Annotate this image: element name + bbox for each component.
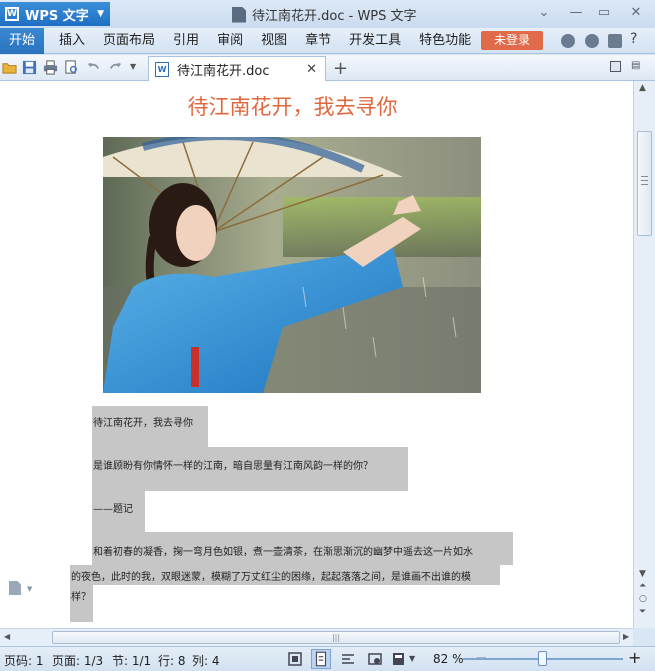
paragraph-3: ——题记 (92, 491, 145, 532)
redo-icon[interactable] (108, 60, 123, 75)
menu-developer[interactable]: 开发工具 (340, 28, 410, 54)
document-tab[interactable]: W 待江南花开.doc ✕ (148, 56, 326, 81)
paragraph-4-line-1: 和着初春的凝香，掬一弯月色如银，煮一壶清茶，在渐思渐沉的幽梦中遥去这一片如水 (92, 532, 513, 565)
app-menu-button[interactable]: W WPS 文字 ▼ (0, 2, 110, 26)
menu-features[interactable]: 特色功能 (410, 28, 480, 54)
document-photo (103, 137, 481, 393)
next-page-icon[interactable]: ⏷ (639, 607, 646, 617)
tab-list-icon[interactable]: ▤ (631, 60, 646, 75)
zoom-slider-handle[interactable] (538, 651, 547, 666)
page-navigation-icon[interactable] (9, 581, 21, 595)
scroll-right-icon[interactable]: ▶ (623, 632, 629, 641)
quick-access-toolbar: ▼ W 待江南花开.doc ✕ + ▤ (0, 55, 655, 81)
scroll-down-icon[interactable]: ▼ (639, 569, 646, 579)
menu-references[interactable]: 引用 (164, 28, 208, 54)
menu-insert[interactable]: 插入 (50, 28, 94, 54)
zoom-level: 82 % (433, 652, 464, 666)
skin-icon[interactable] (561, 34, 575, 48)
window-title: 待江南花开.doc - WPS 文字 (232, 5, 417, 24)
app-name: WPS 文字 (25, 8, 89, 24)
status-section: 节: 1/1 (112, 654, 152, 668)
menu-home[interactable]: 开始 (0, 27, 45, 54)
full-screen-icon[interactable] (287, 651, 303, 667)
print-preview-icon[interactable] (64, 60, 79, 75)
close-tab-icon[interactable]: ✕ (306, 62, 317, 77)
status-bar: 页码: 1 页面: 1/3 节: 1/1 行: 8 列: 4 ▼ 82 % − … (0, 646, 655, 671)
menu-review[interactable]: 审阅 (208, 28, 252, 54)
paragraph-4-line-3: 样？ (70, 585, 93, 622)
window-title-text: 待江南花开.doc - WPS 文字 (252, 9, 417, 24)
chevron-down-icon[interactable]: ⌄ (535, 5, 553, 21)
web-view-icon[interactable] (367, 651, 383, 667)
select-browse-object-icon[interactable]: ○ (639, 594, 647, 604)
photo-girl-umbrella (103, 137, 481, 393)
status-page: 页面: 1/3 (52, 654, 104, 668)
menu-view[interactable]: 视图 (252, 28, 296, 54)
new-tab-plus-icon[interactable]: + (333, 58, 348, 79)
paragraph-4-line-2: 的夜色，此时的我，双眼迷蒙，模糊了万丈红尘的困缘，起起落落之间，是谁画不出谁的模 (70, 565, 500, 585)
previous-page-icon[interactable]: ⏶ (639, 581, 646, 591)
maximize-button[interactable]: ▭ (595, 5, 613, 21)
status-page-code: 页码: 1 (4, 654, 44, 668)
minimize-button[interactable]: — (567, 5, 585, 21)
login-button[interactable]: 未登录 (481, 31, 543, 50)
sync-icon[interactable] (585, 34, 599, 48)
zoom-in-icon[interactable]: + (628, 648, 641, 667)
document-icon (232, 6, 246, 23)
undo-icon[interactable] (86, 60, 101, 75)
vertical-scroll-thumb[interactable] (637, 131, 652, 236)
wps-logo-icon: W (5, 7, 19, 21)
word-doc-icon: W (155, 61, 169, 77)
view-dropdown-icon[interactable]: ▼ (409, 654, 425, 670)
scroll-up-icon[interactable]: ▲ (639, 83, 646, 93)
open-folder-icon[interactable] (2, 60, 17, 75)
save-icon[interactable] (22, 60, 37, 75)
document-heading: 待江南花开，我去寻你 (187, 95, 398, 119)
status-column: 列: 4 (192, 654, 220, 668)
help-icon[interactable]: ? (630, 31, 637, 47)
document-tab-label: 待江南花开.doc (177, 63, 270, 79)
outline-view-icon[interactable] (340, 651, 356, 667)
status-row: 行: 8 (158, 654, 186, 668)
horizontal-scrollbar[interactable]: ◀ ||| ▶ (0, 628, 633, 646)
scroll-left-icon[interactable]: ◀ (4, 632, 10, 641)
paragraph-1: 待江南花开，我去寻你 (92, 406, 208, 447)
caret-down-icon: ▼ (97, 9, 104, 19)
page-navigation-dropdown-icon[interactable]: ▼ (27, 585, 32, 593)
horizontal-scroll-thumb[interactable]: ||| (52, 631, 620, 644)
paragraph-2: 是谁顾盼有你情怀一样的江南，暗自思量有江南风韵一样的你？ (92, 447, 408, 491)
close-button[interactable]: ✕ (627, 5, 645, 21)
menu-bar: 开始 插入 页面布局 引用 审阅 视图 章节 开发工具 特色功能 未登录 ? (0, 27, 655, 54)
menu-page-layout[interactable]: 页面布局 (94, 28, 164, 54)
reading-mode-icon[interactable] (391, 651, 407, 667)
page-view-button[interactable] (311, 649, 331, 669)
shirt-icon[interactable] (608, 34, 622, 48)
document-canvas[interactable]: 待江南花开，我去寻你 待江南花开，我去寻你 是谁顾盼有你情怀一样的江南，暗自思量… (0, 81, 633, 628)
vertical-scrollbar[interactable]: ▲ ▼ ⏶ ○ ⏷ (633, 81, 655, 628)
print-icon[interactable] (43, 60, 58, 75)
menu-chapter[interactable]: 章节 (296, 28, 340, 54)
title-bar: W WPS 文字 ▼ 待江南花开.doc - WPS 文字 ⌄ — ▭ ✕ (0, 0, 655, 28)
window-layout-icon[interactable] (610, 61, 621, 72)
toolbar-dropdown-icon[interactable]: ▼ (130, 62, 145, 77)
